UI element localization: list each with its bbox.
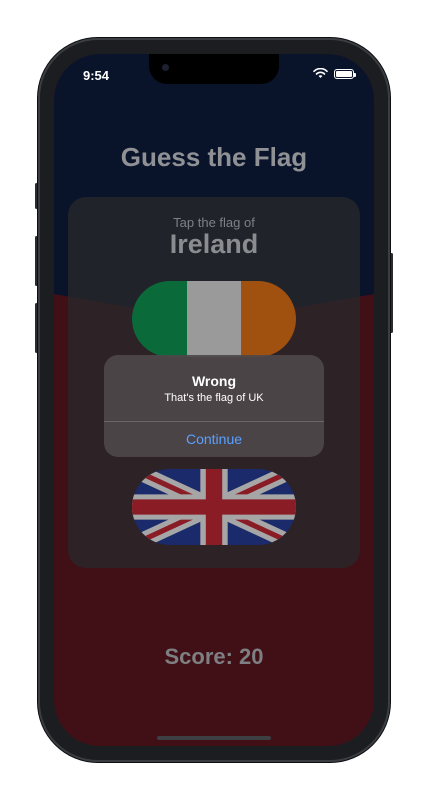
country-name: Ireland [169,229,259,259]
wifi-icon [313,68,328,78]
home-indicator[interactable] [157,736,271,740]
status-bar: 9:54 [54,54,374,98]
app-title: Guess the Flag [120,142,308,172]
flag-button-uk[interactable] [132,469,296,545]
score-label: Score: 20 [164,644,264,669]
prompt-label: Tap the flag of [173,215,255,230]
result-alert: Wrong That's the flag of UK Continue [104,355,324,457]
alert-title: Wrong [191,373,237,389]
power-button [390,253,393,333]
continue-button[interactable]: Continue [104,422,324,457]
status-icons [313,68,356,79]
flag-stripe-white [186,281,242,357]
flag-stripe-orange [241,281,296,357]
battery-icon [334,68,356,79]
status-time: 9:54 [83,68,110,83]
flag-button-ireland[interactable] [132,281,296,357]
alert-message: That's the flag of UK [164,392,264,404]
camera-icon [162,64,169,71]
flag-stripe-green [132,281,187,357]
app-screen: 9:54 Guess the Flag Tap the flag of Irel… [54,54,374,746]
